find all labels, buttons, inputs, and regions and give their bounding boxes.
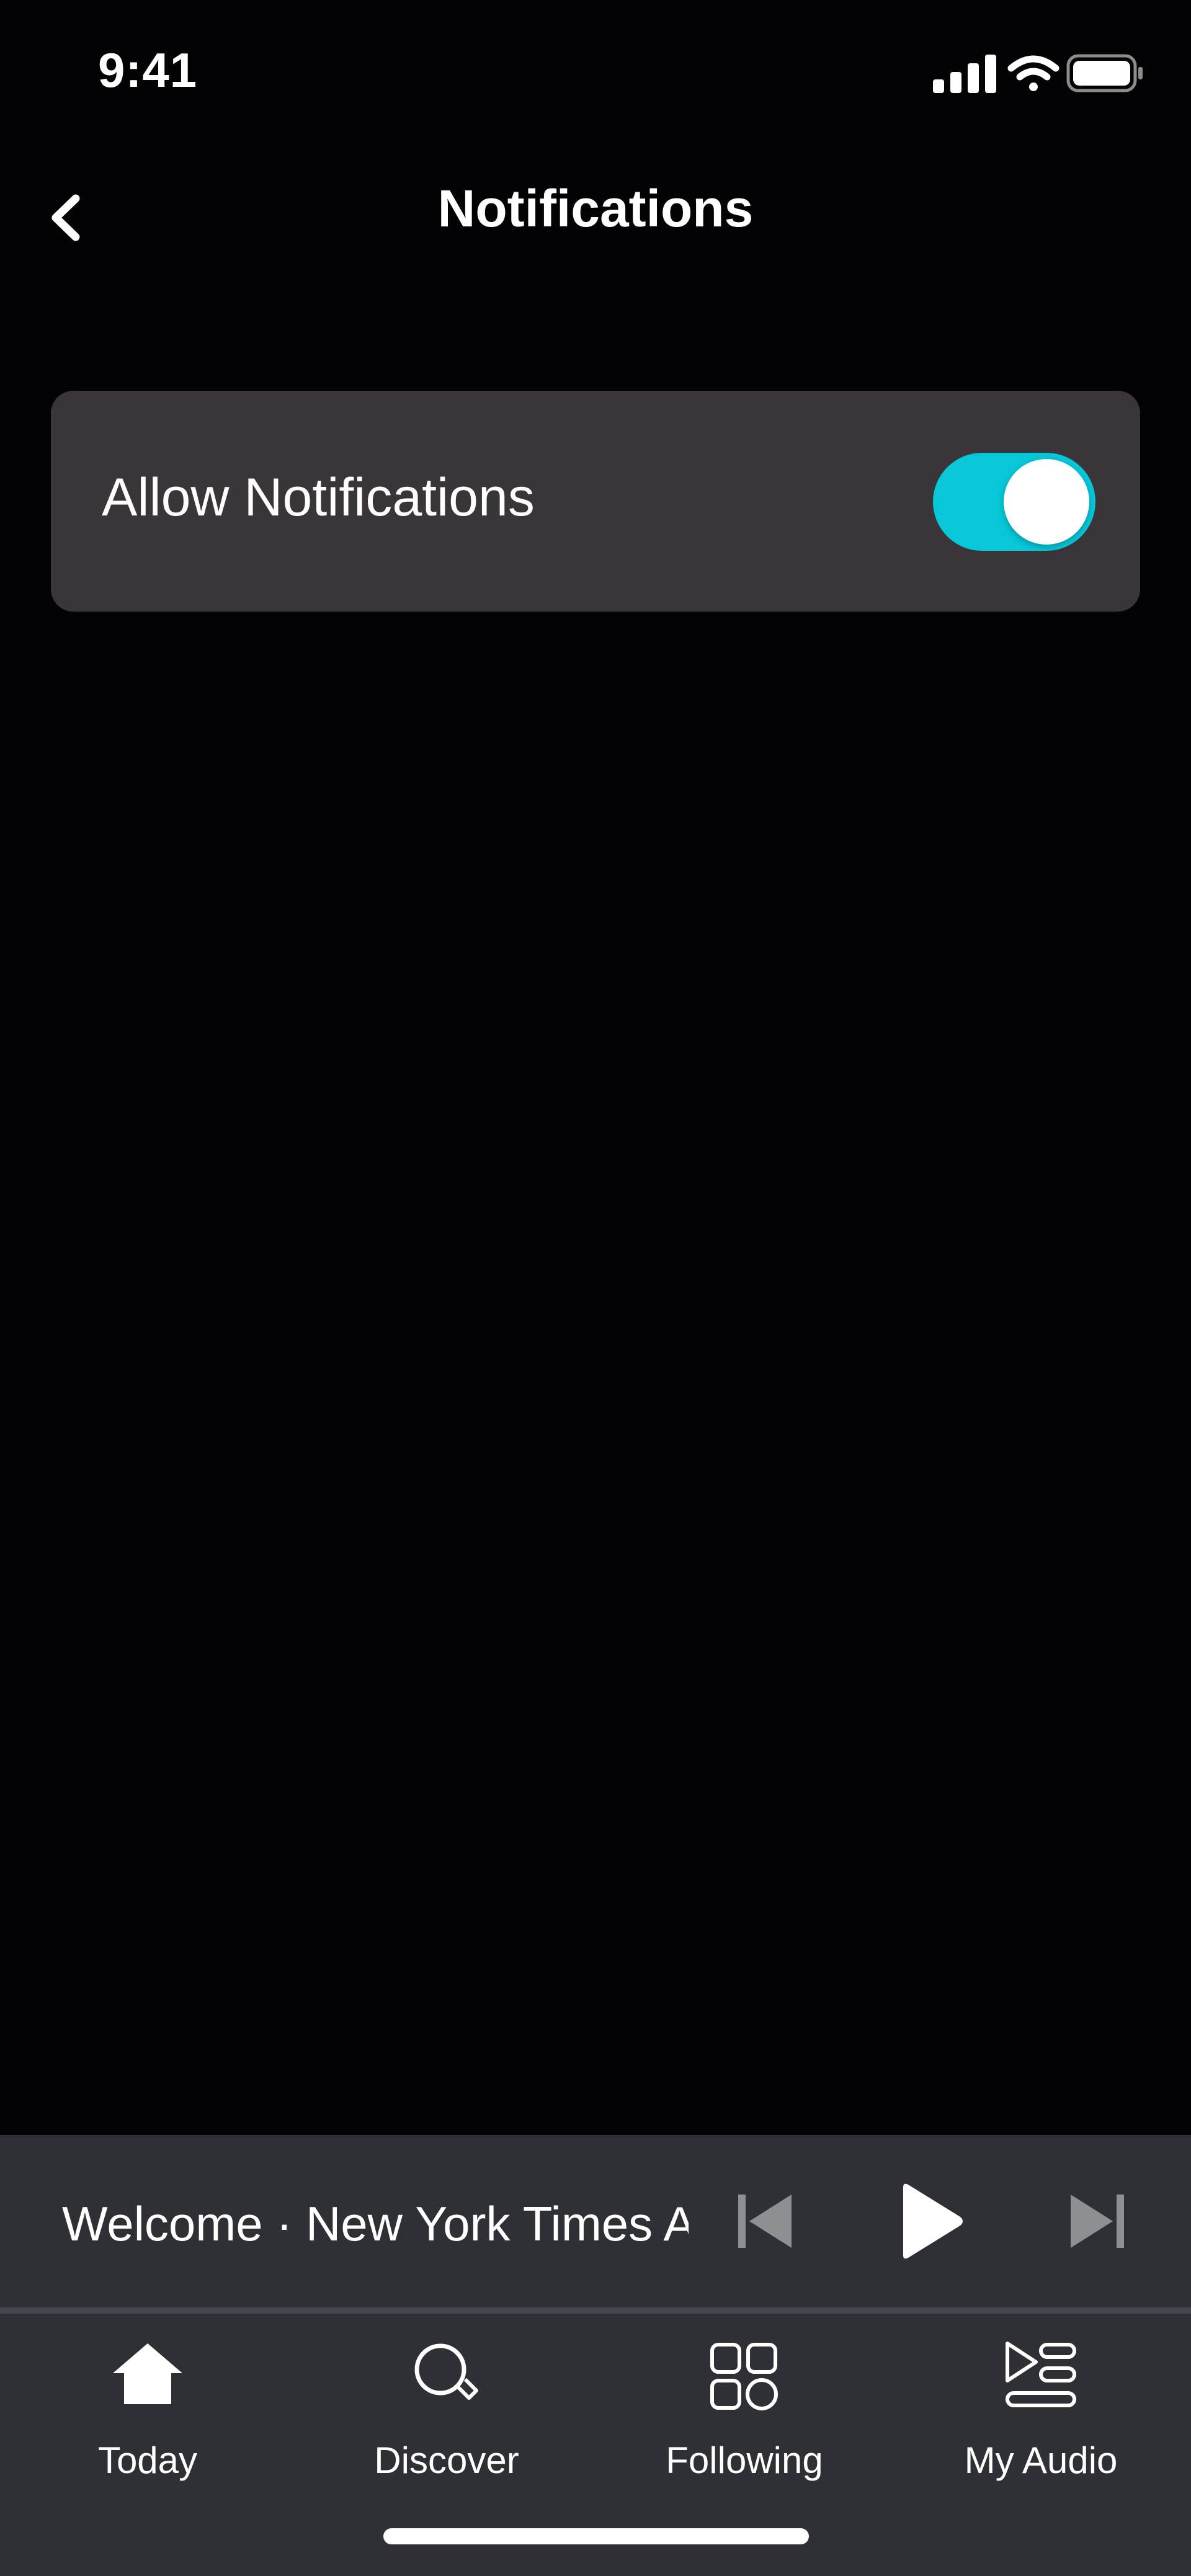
tab-following-label: Following bbox=[666, 2440, 823, 2481]
wifi-icon bbox=[1007, 55, 1059, 91]
tab-following[interactable]: Following bbox=[620, 2340, 868, 2489]
tab-discover-label: Discover bbox=[374, 2440, 519, 2481]
playlist-icon bbox=[1006, 2342, 1076, 2407]
tab-today[interactable]: Today bbox=[24, 2340, 272, 2489]
mini-player[interactable]: Welcome · New York Times Audio bbox=[0, 2135, 1191, 2310]
allow-notifications-toggle[interactable] bbox=[933, 453, 1095, 551]
status-time: 9:41 bbox=[98, 43, 198, 97]
tab-bar: Today Discover Following My Audio bbox=[0, 2314, 1191, 2576]
play-icon bbox=[903, 2183, 963, 2259]
skip-forward-button[interactable] bbox=[1048, 2172, 1148, 2271]
skip-forward-icon bbox=[1071, 2195, 1124, 2248]
skip-back-button[interactable] bbox=[715, 2172, 814, 2271]
home-icon bbox=[113, 2343, 182, 2404]
page-title: Notifications bbox=[437, 179, 754, 238]
now-playing-title[interactable]: Welcome · New York Times Audio bbox=[62, 2196, 689, 2252]
skip-back-icon bbox=[738, 2195, 792, 2248]
tab-my-audio[interactable]: My Audio bbox=[917, 2340, 1165, 2489]
toggle-knob bbox=[1004, 459, 1089, 545]
tab-discover[interactable]: Discover bbox=[323, 2340, 571, 2489]
player-divider bbox=[0, 2307, 1191, 2314]
tab-my-audio-label: My Audio bbox=[964, 2440, 1118, 2481]
battery-icon bbox=[1066, 54, 1143, 92]
search-icon bbox=[414, 2343, 478, 2400]
grid-icon bbox=[710, 2343, 778, 2410]
home-indicator[interactable] bbox=[383, 2528, 809, 2544]
status-icons bbox=[933, 52, 1144, 96]
play-button[interactable] bbox=[881, 2172, 980, 2271]
status-bar: 9:41 bbox=[0, 0, 1191, 143]
allow-notifications-label: Allow Notifications bbox=[102, 468, 535, 527]
notifications-screen: 9:41 Notifications Allow Notifications W… bbox=[0, 0, 1191, 2576]
tab-today-label: Today bbox=[97, 2440, 198, 2481]
cellular-signal-icon bbox=[933, 55, 996, 93]
allow-notifications-row: Allow Notifications bbox=[51, 391, 1140, 612]
